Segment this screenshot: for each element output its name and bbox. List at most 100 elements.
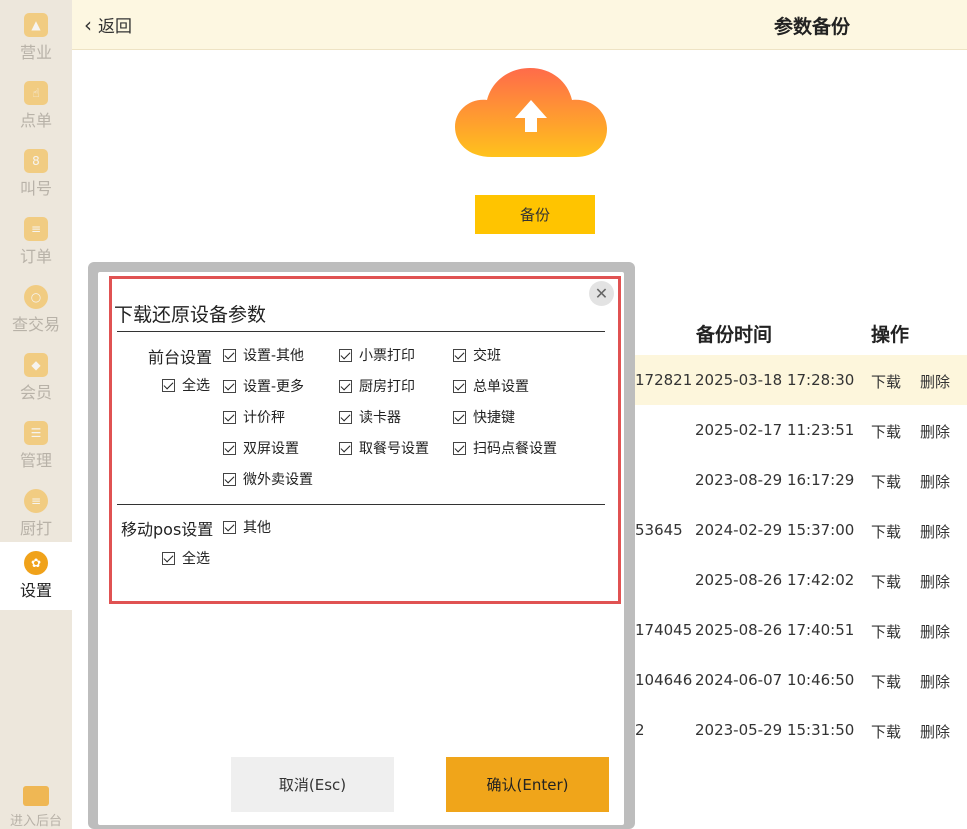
- sidebar-item-label: 会员: [19, 383, 52, 402]
- checkbox-label: 微外卖设置: [243, 472, 313, 488]
- download-button[interactable]: 下载: [871, 471, 901, 492]
- sidebar-item-order-entry[interactable]: ☝ 点单: [0, 72, 72, 140]
- sidebar-item-call-number[interactable]: 8 叫号: [0, 140, 72, 208]
- cancel-button[interactable]: 取消(Esc): [231, 757, 394, 812]
- mobile-select-all-checkbox[interactable]: 全选: [162, 548, 210, 568]
- option-checkbox[interactable]: 取餐号设置: [339, 438, 429, 458]
- table-row[interactable]: 53645 2024-02-29 15:37:00 下载 删除: [635, 505, 967, 555]
- sidebar-item-members[interactable]: ◆ 会员: [0, 344, 72, 412]
- delete-button[interactable]: 删除: [920, 621, 950, 642]
- checkbox-label: 设置-其他: [243, 348, 305, 364]
- sidebar-item-settings[interactable]: ✿ 设置: [0, 542, 72, 610]
- checkbox-checked-icon: [339, 410, 352, 424]
- row-id: 174045: [635, 621, 693, 639]
- table-row[interactable]: 172821 2025-03-18 17:28:30 下载 删除: [635, 355, 967, 405]
- option-checkbox[interactable]: 双屏设置: [223, 438, 299, 458]
- header: ‹ 返回 参数备份: [72, 0, 967, 50]
- option-checkbox[interactable]: 快捷键: [453, 407, 515, 427]
- option-checkbox[interactable]: 设置-更多: [223, 376, 304, 396]
- sidebar-item-manage[interactable]: ☰ 管理: [0, 412, 72, 480]
- front-section-label: 前台设置: [148, 348, 213, 367]
- divider: [117, 504, 605, 505]
- back-label: 返回: [98, 17, 132, 37]
- checkbox-label: 计价秤: [243, 410, 285, 426]
- backup-button[interactable]: 备份: [475, 195, 595, 234]
- checkbox-checked-icon: [223, 379, 236, 393]
- sidebar-item-label: 营业: [19, 43, 52, 62]
- checkbox-label: 交班: [473, 348, 501, 364]
- option-checkbox[interactable]: 小票打印: [339, 345, 415, 365]
- delete-button[interactable]: 删除: [920, 471, 950, 492]
- checkbox-checked-icon: [339, 379, 352, 393]
- cloud-upload-icon: [455, 68, 607, 157]
- download-button[interactable]: 下载: [871, 621, 901, 642]
- back-button[interactable]: ‹ 返回: [84, 12, 132, 38]
- download-button[interactable]: 下载: [871, 421, 901, 442]
- row-id: 104646: [635, 671, 693, 689]
- delete-button[interactable]: 删除: [920, 421, 950, 442]
- sidebar-item-orders[interactable]: ≡ 订单: [0, 208, 72, 276]
- page-title: 参数备份: [774, 16, 851, 38]
- enter-backend-button[interactable]: 进入后台: [0, 780, 72, 829]
- sidebar-item-business[interactable]: ▲ 营业: [0, 4, 72, 72]
- checkbox-label: 其他: [243, 520, 271, 536]
- sidebar-item-transactions[interactable]: ○ 查交易: [0, 276, 72, 344]
- diamond-icon: ◆: [24, 353, 48, 377]
- sidebar-item-label: 管理: [19, 451, 52, 470]
- chart-icon: ▲: [24, 13, 48, 37]
- row-id: 172821: [635, 371, 693, 389]
- option-checkbox[interactable]: 读卡器: [339, 407, 401, 427]
- checkbox-checked-icon: [162, 551, 175, 565]
- gear-icon: ✿: [24, 551, 48, 575]
- delete-button[interactable]: 删除: [920, 371, 950, 392]
- download-button[interactable]: 下载: [871, 721, 901, 742]
- checkbox-label: 设置-更多: [243, 379, 305, 395]
- checkbox-label: 快捷键: [473, 410, 515, 426]
- row-id: 2: [635, 721, 645, 739]
- checkbox-label: 全选: [182, 551, 210, 567]
- download-button[interactable]: 下载: [871, 521, 901, 542]
- download-button[interactable]: 下载: [871, 671, 901, 692]
- sidebar-item-label: 点单: [19, 111, 52, 130]
- row-time: 2024-06-07 10:46:50: [695, 671, 855, 689]
- table-row[interactable]: 2 2023-05-29 15:31:50 下载 删除: [635, 705, 967, 755]
- checkbox-checked-icon: [453, 441, 466, 455]
- download-button[interactable]: 下载: [871, 371, 901, 392]
- table-row[interactable]: 174045 2025-08-26 17:40:51 下载 删除: [635, 605, 967, 655]
- delete-button[interactable]: 删除: [920, 521, 950, 542]
- checkbox-label: 取餐号设置: [359, 441, 429, 457]
- checkbox-checked-icon: [453, 348, 466, 362]
- checkbox-checked-icon: [223, 348, 236, 362]
- option-checkbox[interactable]: 厨房打印: [339, 376, 415, 396]
- checkbox-checked-icon: [339, 348, 352, 362]
- option-checkbox[interactable]: 计价秤: [223, 407, 285, 427]
- table-row[interactable]: 2023-08-29 16:17:29 下载 删除: [635, 455, 967, 505]
- sidebar-item-label: 设置: [19, 581, 52, 600]
- option-checkbox[interactable]: 扫码点餐设置: [453, 438, 557, 458]
- option-checkbox[interactable]: 微外卖设置: [223, 469, 313, 489]
- delete-button[interactable]: 删除: [920, 571, 950, 592]
- table-row[interactable]: 104646 2024-06-07 10:46:50 下载 删除: [635, 655, 967, 705]
- checkbox-checked-icon: [339, 441, 352, 455]
- row-id: 53645: [635, 521, 683, 539]
- delete-button[interactable]: 删除: [920, 671, 950, 692]
- delete-button[interactable]: 删除: [920, 721, 950, 742]
- checkbox-label: 双屏设置: [243, 441, 299, 457]
- download-button[interactable]: 下载: [871, 571, 901, 592]
- option-checkbox[interactable]: 其他: [223, 517, 271, 537]
- checkbox-checked-icon: [162, 378, 175, 392]
- divider: [117, 331, 605, 332]
- option-checkbox[interactable]: 交班: [453, 345, 501, 365]
- kitchen-print-icon: ≡: [24, 489, 48, 513]
- option-checkbox[interactable]: 总单设置: [453, 376, 529, 396]
- checkbox-checked-icon: [223, 472, 236, 486]
- checkbox-label: 扫码点餐设置: [473, 441, 557, 457]
- checkbox-checked-icon: [223, 410, 236, 424]
- table-row[interactable]: 2025-02-17 11:23:51 下载 删除: [635, 405, 967, 455]
- front-select-all-checkbox[interactable]: 全选: [162, 375, 210, 395]
- sidebar-item-kitchen-print[interactable]: ≡ 厨打: [0, 480, 72, 548]
- option-checkbox[interactable]: 设置-其他: [223, 345, 304, 365]
- table-row[interactable]: 2025-08-26 17:42:02 下载 删除: [635, 555, 967, 605]
- confirm-button[interactable]: 确认(Enter): [446, 757, 609, 812]
- close-button[interactable]: ✕: [589, 281, 614, 306]
